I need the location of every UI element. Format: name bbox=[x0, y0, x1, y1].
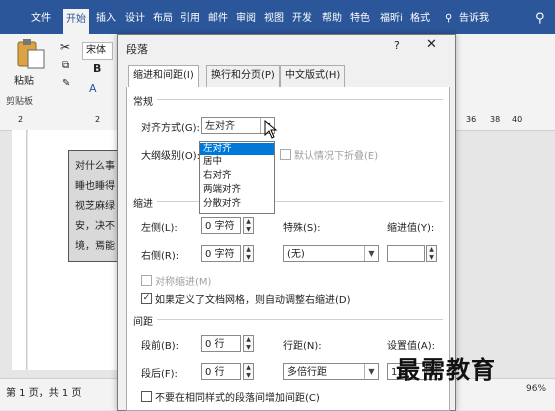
special-select[interactable]: (无) ▼ bbox=[283, 245, 379, 262]
tab-references[interactable]: 引用 bbox=[177, 10, 203, 28]
mirror-indent-checkbox[interactable] bbox=[141, 275, 152, 286]
ruler-tick: 36 bbox=[466, 115, 477, 124]
special-label: 特殊(S): bbox=[283, 223, 321, 234]
paste-label: 粘贴 bbox=[14, 76, 34, 87]
collapse-label: 默认情况下折叠(E) bbox=[294, 151, 379, 162]
doc-line: 境，焉能 bbox=[75, 241, 115, 252]
doc-line: 安，决不 bbox=[75, 221, 115, 232]
tab-home[interactable]: 开始 bbox=[63, 9, 89, 34]
zoom-level[interactable]: 96% bbox=[526, 384, 546, 394]
tab-mailings[interactable]: 邮件 bbox=[205, 10, 231, 28]
spacing-before-input[interactable]: 0 行 bbox=[201, 335, 241, 352]
copy-icon[interactable]: ⧉ bbox=[62, 60, 69, 71]
doc-line: 睡也睡得 bbox=[75, 181, 115, 192]
watermark: 最需教育 bbox=[396, 356, 496, 384]
clipboard-group-label: 剪贴板 bbox=[6, 97, 34, 107]
ruler-tick: 2 bbox=[95, 115, 101, 124]
no-space-checkbox[interactable] bbox=[141, 391, 152, 402]
indent-by-spinner[interactable]: ▲ ▼ bbox=[426, 245, 437, 262]
chevron-down-icon[interactable]: ▼ bbox=[364, 364, 378, 379]
font-name-box[interactable]: 宋体 bbox=[82, 42, 113, 60]
alignment-dropdown-list: 左对齐 居中 右对齐 两端对齐 分散对齐 bbox=[199, 141, 275, 214]
alignment-value: 左对齐 bbox=[205, 121, 235, 132]
auto-adjust-label: 如果定义了文档网格，则自动调整右缩进(D) bbox=[155, 295, 351, 306]
line-spacing-select[interactable]: 多倍行距 ▼ bbox=[283, 363, 379, 380]
bold-button[interactable]: B bbox=[93, 62, 101, 75]
option-center[interactable]: 居中 bbox=[200, 156, 274, 168]
spacing-after-label: 段后(F): bbox=[141, 369, 178, 380]
format-painter-icon[interactable]: ✎ bbox=[62, 78, 70, 89]
mirror-indent-label: 对称缩进(M) bbox=[155, 277, 212, 288]
option-right[interactable]: 右对齐 bbox=[200, 170, 274, 182]
page-count[interactable]: 第 1 页，共 1 页 bbox=[6, 384, 81, 399]
ribbon-tab-bar: 文件 开始 插入 设计 布局 引用 邮件 审阅 视图 开发 帮助 特色 福昕i … bbox=[0, 0, 555, 34]
clipboard-icon bbox=[17, 39, 45, 69]
ruler-tick: 40 bbox=[512, 115, 523, 124]
collapse-checkbox[interactable] bbox=[280, 149, 291, 160]
tab-format[interactable]: 格式 bbox=[407, 10, 433, 28]
ruler-tick: 38 bbox=[490, 115, 501, 124]
dialog-tab-strip: 缩进和间距(I) 换行和分页(P) 中文版式(H) bbox=[126, 65, 448, 88]
font-color-button[interactable]: A bbox=[89, 82, 97, 95]
left-indent-spinner[interactable]: ▲ ▼ bbox=[243, 217, 254, 234]
spacing-after-spinner[interactable]: ▲ ▼ bbox=[243, 363, 254, 380]
right-indent-label: 右侧(R): bbox=[141, 251, 180, 262]
tell-me-icon[interactable]: ⚲ bbox=[442, 10, 455, 28]
tab-asian-typography[interactable]: 中文版式(H) bbox=[280, 65, 346, 87]
doc-line: 对什么事 bbox=[75, 161, 115, 172]
tell-me-label[interactable]: 告诉我 bbox=[456, 10, 492, 28]
section-indent: 缩进 bbox=[133, 199, 153, 210]
indent-by-label: 缩进值(Y): bbox=[387, 223, 435, 234]
tab-view[interactable]: 视图 bbox=[261, 10, 287, 28]
vertical-ruler[interactable] bbox=[12, 130, 27, 370]
no-space-label: 不要在相同样式的段落间增加间距(C) bbox=[155, 393, 320, 404]
line-spacing-value: 多倍行距 bbox=[287, 367, 327, 378]
option-distributed[interactable]: 分散对齐 bbox=[200, 198, 274, 210]
tab-insert[interactable]: 插入 bbox=[93, 10, 119, 28]
option-justify[interactable]: 两端对齐 bbox=[200, 184, 274, 196]
chevron-down-icon[interactable]: ▼ bbox=[364, 246, 378, 261]
tab-developer[interactable]: 开发 bbox=[289, 10, 315, 28]
line-spacing-label: 行距(N): bbox=[283, 341, 322, 352]
outline-level-label: 大纲级别(O): bbox=[141, 151, 201, 162]
account-icon[interactable]: ⚲ bbox=[532, 10, 548, 28]
left-indent-input[interactable]: 0 字符 bbox=[201, 217, 241, 234]
cut-icon[interactable]: ✂ bbox=[60, 40, 70, 54]
tab-foxit[interactable]: 福昕i bbox=[377, 10, 406, 28]
tab-layout[interactable]: 布局 bbox=[150, 10, 176, 28]
doc-line: 视芝麻绿 bbox=[75, 201, 115, 212]
help-button[interactable]: ? bbox=[394, 39, 400, 52]
spacing-before-label: 段前(B): bbox=[141, 341, 180, 352]
mouse-cursor-icon bbox=[264, 120, 278, 139]
section-spacing: 间距 bbox=[133, 317, 153, 328]
option-left[interactable]: 左对齐 bbox=[200, 143, 274, 155]
paste-button[interactable]: 粘贴 bbox=[12, 38, 52, 88]
close-button[interactable]: ✕ bbox=[426, 37, 437, 52]
right-indent-input[interactable]: 0 字符 bbox=[201, 245, 241, 262]
ruler-tick: 2 bbox=[18, 115, 24, 124]
spacing-before-spinner[interactable]: ▲ ▼ bbox=[243, 335, 254, 352]
tab-design[interactable]: 设计 bbox=[122, 10, 148, 28]
tab-help[interactable]: 帮助 bbox=[319, 10, 345, 28]
right-indent-spinner[interactable]: ▲ ▼ bbox=[243, 245, 254, 262]
tab-file[interactable]: 文件 bbox=[28, 10, 54, 28]
text-box[interactable]: 对什么事 睡也睡得 视芝麻绿 安，决不 境，焉能 bbox=[68, 150, 122, 262]
alignment-label: 对齐方式(G): bbox=[141, 123, 200, 134]
special-value: (无) bbox=[287, 249, 305, 260]
tab-review[interactable]: 审阅 bbox=[233, 10, 259, 28]
auto-adjust-checkbox[interactable]: ✓ bbox=[141, 293, 152, 304]
dialog-title: 段落 bbox=[126, 43, 148, 56]
tab-indents-spacing[interactable]: 缩进和间距(I) bbox=[128, 65, 199, 88]
section-general: 常规 bbox=[133, 97, 153, 108]
tab-line-page-breaks[interactable]: 换行和分页(P) bbox=[206, 65, 280, 87]
tab-featured[interactable]: 特色 bbox=[347, 10, 373, 28]
left-indent-label: 左侧(L): bbox=[141, 223, 178, 234]
spacing-after-input[interactable]: 0 行 bbox=[201, 363, 241, 380]
indent-by-input[interactable] bbox=[387, 245, 425, 262]
